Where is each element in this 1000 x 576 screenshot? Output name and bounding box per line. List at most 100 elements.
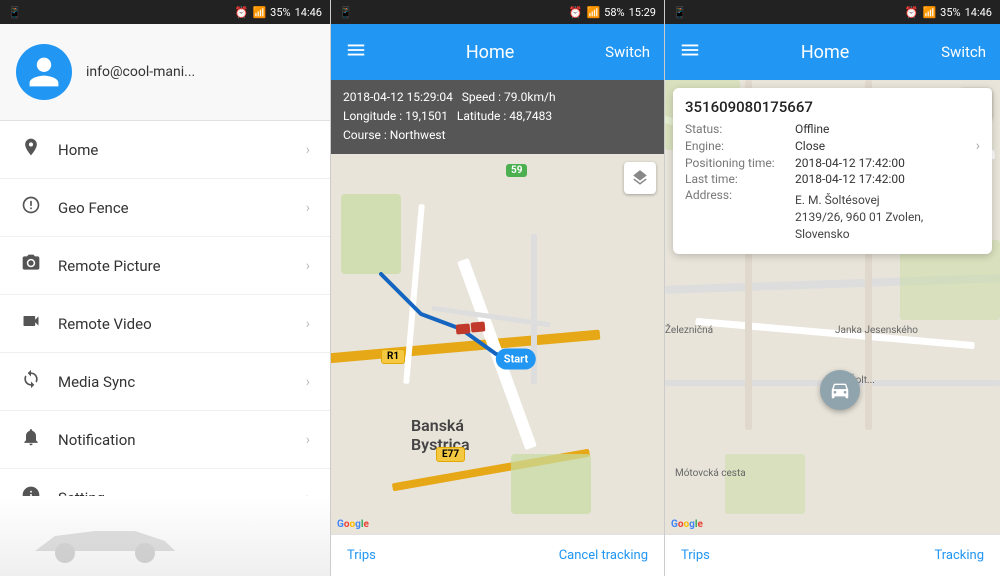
positioning-label: Positioning time: (685, 156, 795, 170)
sidebar-item-media-sync[interactable]: Media Sync › (0, 353, 330, 411)
avatar (16, 44, 72, 100)
sidebar-notification-label: Notification (58, 431, 290, 449)
right-app-header: Home Switch (665, 24, 1000, 80)
trip-course: Course : Northwest (343, 128, 446, 142)
sidebar-home-label: Home (58, 141, 290, 159)
phone-icon-r: 📱 (673, 6, 687, 19)
address-value: E. M. Šoltésovej2139/26, 960 01 Zvolen, … (795, 192, 980, 242)
time-right: 14:46 (965, 6, 992, 19)
route-car-1 (456, 323, 471, 334)
alarm-icon-m: ⏰ (569, 6, 583, 19)
time-middle: 15:29 (629, 6, 656, 19)
car-silhouette (0, 511, 230, 571)
positioning-value: 2018-04-12 17:42:00 (795, 156, 905, 170)
geo-fence-icon (20, 195, 42, 220)
status-bar-middle-panel: 📱 ⏰ 📶 58% 15:29 (331, 0, 664, 24)
road-label-r1: R1 (381, 349, 405, 364)
rmap-street-label-5: Janka Jesenského (835, 325, 918, 336)
alarm-icon-r: ⏰ (905, 6, 919, 19)
hamburger-icon-right (679, 39, 701, 61)
sidebar-item-home[interactable]: Home › (0, 121, 330, 179)
road-label-59: 59 (506, 164, 527, 177)
sidebar-item-remote-video[interactable]: Remote Video › (0, 295, 330, 353)
sync-icon (20, 369, 42, 394)
sidebar-remote-picture-label: Remote Picture (58, 257, 290, 275)
trip-info-bar: 2018-04-12 15:29:04 Speed : 79.0km/h Lon… (331, 80, 664, 154)
sidebar-item-setting[interactable]: Setting › (0, 469, 330, 496)
middle-map-footer: Trips Cancel tracking (331, 534, 664, 576)
menu-button-middle[interactable] (345, 39, 367, 65)
rmap-street-label-4: Železničná (665, 325, 713, 336)
trip-latitude: Latitude : 48,7483 (457, 109, 552, 123)
sidebar-geo-fence-label: Geo Fence (58, 199, 290, 217)
tracking-link[interactable]: Tracking (934, 548, 984, 563)
google-logo-right: Google (671, 519, 703, 530)
engine-chevron: › (976, 138, 980, 154)
engine-value: Close (795, 139, 825, 153)
info-icon (20, 485, 42, 496)
notification-icon (20, 427, 42, 452)
alarm-icon: ⏰ (235, 6, 249, 19)
address-label: Address: (685, 188, 795, 202)
start-label: Start (504, 352, 528, 365)
google-logo-middle: Google (337, 519, 369, 530)
trip-longitude: Longitude : 19,1501 (343, 109, 448, 123)
car-icon (829, 379, 851, 401)
middle-panel: 📱 ⏰ 📶 58% 15:29 Home Switch 2018-04-12 1… (330, 0, 665, 576)
switch-button-right[interactable]: Switch (941, 43, 986, 61)
route-svg (331, 154, 664, 534)
status-label: Status: (685, 122, 795, 136)
sidebar-nav: Home › Geo Fence › Remote Picture › Remo… (0, 121, 330, 496)
phone-icon: 📱 (8, 6, 22, 19)
wifi-icon-m: 📶 (586, 6, 600, 19)
engine-row[interactable]: Engine: Close › (685, 138, 980, 154)
menu-button-right[interactable] (679, 39, 701, 65)
trip-speed: Speed : 79.0km/h (462, 90, 556, 104)
layers-icon (631, 169, 649, 187)
right-map-footer: Trips Tracking (665, 534, 1000, 576)
sidebar-item-geo-fence[interactable]: Geo Fence › (0, 179, 330, 237)
chevron-icon-3: › (306, 258, 310, 274)
status-bar-left-panel: 📱 ⏰ 📶 35% 14:46 (0, 0, 330, 24)
status-bar-right-panel: 📱 ⏰ 📶 35% 14:46 (665, 0, 1000, 24)
address-row: Address: E. M. Šoltésovej2139/26, 960 01… (685, 188, 980, 242)
chevron-icon-5: › (306, 374, 310, 390)
sidebar-item-notification[interactable]: Notification › (0, 411, 330, 469)
start-marker: Start (496, 348, 536, 369)
trips-link-right[interactable]: Trips (681, 548, 710, 563)
layer-button[interactable] (624, 162, 656, 194)
battery-left: 35% (270, 6, 290, 19)
device-info-card: 351609080175667 Status: Offline Engine: … (673, 88, 992, 254)
rmap-green-3 (725, 454, 805, 514)
battery-right: 35% (940, 6, 960, 19)
engine-label: Engine: (685, 139, 795, 153)
sidebar-bottom (0, 496, 330, 576)
switch-button-middle[interactable]: Switch (605, 43, 650, 61)
cancel-tracking-link[interactable]: Cancel tracking (559, 548, 648, 563)
home-icon (20, 137, 42, 162)
middle-map[interactable]: Start BanskáBystrica R1 E77 59 Google (331, 154, 664, 534)
battery-middle: 58% (604, 6, 624, 19)
sidebar-item-remote-picture[interactable]: Remote Picture › (0, 237, 330, 295)
sidebar-remote-video-label: Remote Video (58, 315, 290, 333)
chevron-icon: › (306, 142, 310, 158)
user-email: info@cool-mani... (86, 64, 195, 80)
car-map-marker (820, 370, 860, 410)
hamburger-icon-middle (345, 39, 367, 61)
wifi-icon-r: 📶 (922, 6, 936, 19)
sidebar-media-sync-label: Media Sync (58, 373, 290, 391)
route-car-2 (471, 321, 486, 332)
right-map[interactable]: 5. mája nácká ulica Antona B... Železnič… (665, 80, 1000, 534)
phone-icon-m: 📱 (339, 6, 353, 19)
chevron-icon-2: › (306, 200, 310, 216)
rmap-street-label-7: Mótovcká cesta (675, 468, 746, 479)
last-time-value: 2018-04-12 17:42:00 (795, 172, 905, 186)
header-title-middle: Home (375, 42, 605, 63)
sidebar-setting-label: Setting (58, 489, 290, 497)
road-label-e77: E77 (436, 447, 465, 462)
trips-link-middle[interactable]: Trips (347, 548, 376, 563)
chevron-icon-6: › (306, 432, 310, 448)
last-time-row: Last time: 2018-04-12 17:42:00 (685, 172, 980, 186)
sidebar-panel: 📱 ⏰ 📶 35% 14:46 info@cool-mani... Home › (0, 0, 330, 576)
positioning-row: Positioning time: 2018-04-12 17:42:00 (685, 156, 980, 170)
